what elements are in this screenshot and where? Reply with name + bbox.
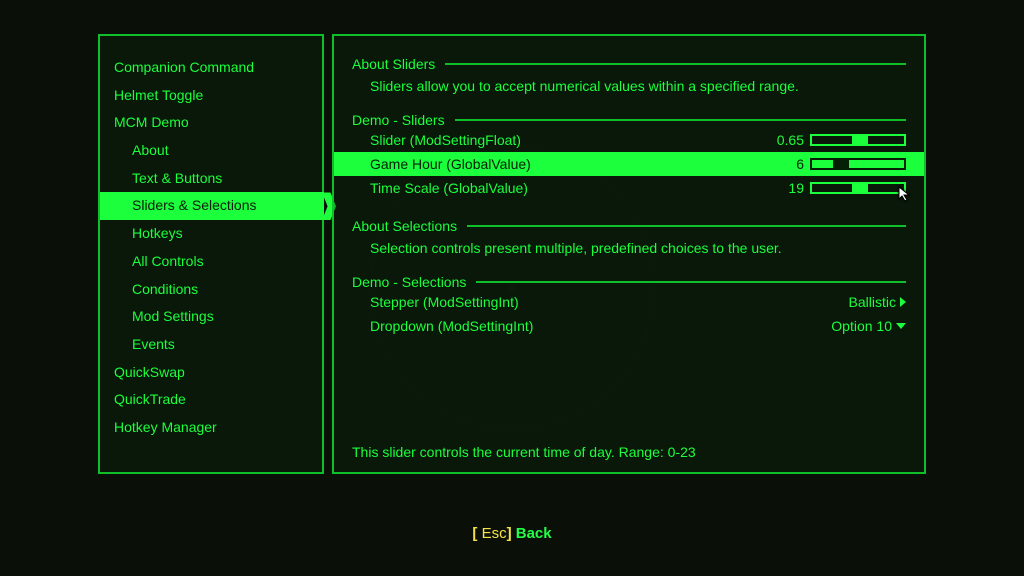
slider-label: Time Scale (GlobalValue) <box>370 180 788 196</box>
section-rule <box>445 63 906 65</box>
sidebar-item[interactable]: Companion Command <box>100 54 322 82</box>
slider-row[interactable]: Slider (ModSettingFloat)0.65 <box>352 128 906 152</box>
section-demo-sliders: Demo - Sliders <box>352 112 906 128</box>
slider-value: 0.65 <box>777 132 804 148</box>
section-title: About Sliders <box>352 56 435 72</box>
sidebar-item[interactable]: QuickTrade <box>100 386 322 414</box>
section-title: Demo - Selections <box>352 274 466 290</box>
slider-label: Slider (ModSettingFloat) <box>370 132 777 148</box>
dropdown-value[interactable]: Option 10 <box>831 318 906 334</box>
sidebar-item[interactable]: Text & Buttons <box>100 165 322 193</box>
sidebar-item[interactable]: About <box>100 137 322 165</box>
dropdown-label: Dropdown (ModSettingInt) <box>370 318 831 334</box>
slider-thumb[interactable] <box>852 182 868 194</box>
slider-row[interactable]: Game Hour (GlobalValue)6 <box>334 152 924 176</box>
section-demo-selections: Demo - Selections <box>352 274 906 290</box>
sidebar: Companion CommandHelmet ToggleMCM DemoAb… <box>98 34 324 474</box>
stepper-row[interactable]: Stepper (ModSettingInt) Ballistic <box>352 290 906 314</box>
stepper-value[interactable]: Ballistic <box>849 294 906 310</box>
slider-track[interactable] <box>810 182 906 194</box>
slider-arrow-icon <box>896 182 906 194</box>
sidebar-item[interactable]: Hotkeys <box>100 220 322 248</box>
stepper-label: Stepper (ModSettingInt) <box>370 294 849 310</box>
back-button[interactable]: [ Esc] Back <box>0 525 1024 542</box>
slider-value: 19 <box>788 180 804 196</box>
caret-down-icon <box>896 323 906 329</box>
sidebar-item[interactable]: Events <box>100 331 322 359</box>
section-rule <box>455 119 906 121</box>
section-about-sliders: About Sliders <box>352 56 906 72</box>
section-title: About Selections <box>352 218 457 234</box>
sidebar-item[interactable]: Sliders & Selections <box>100 192 324 220</box>
dropdown-row[interactable]: Dropdown (ModSettingInt) Option 10 <box>352 314 906 338</box>
sidebar-item[interactable]: Conditions <box>100 276 322 304</box>
slider-arrow-icon <box>896 158 906 170</box>
slider-track[interactable] <box>810 134 906 146</box>
slider-row[interactable]: Time Scale (GlobalValue)19 <box>352 176 906 200</box>
footer-description: This slider controls the current time of… <box>352 424 906 460</box>
section-rule <box>467 225 906 227</box>
about-selections-desc: Selection controls present multiple, pre… <box>352 234 906 270</box>
sidebar-item[interactable]: All Controls <box>100 248 322 276</box>
section-title: Demo - Sliders <box>352 112 445 128</box>
slider-value: 6 <box>796 156 804 172</box>
slider-track[interactable] <box>810 158 906 170</box>
sidebar-item[interactable]: Hotkey Manager <box>100 414 322 442</box>
caret-right-icon <box>900 297 906 307</box>
about-sliders-desc: Sliders allow you to accept numerical va… <box>352 72 906 108</box>
slider-label: Game Hour (GlobalValue) <box>370 156 796 172</box>
slider-thumb[interactable] <box>852 134 868 146</box>
sidebar-item[interactable]: Helmet Toggle <box>100 82 322 110</box>
section-rule <box>476 281 906 283</box>
slider-arrow-icon <box>896 134 906 146</box>
section-about-selections: About Selections <box>352 218 906 234</box>
sidebar-item[interactable]: MCM Demo <box>100 109 322 137</box>
sidebar-item[interactable]: QuickSwap <box>100 359 322 387</box>
sidebar-item[interactable]: Mod Settings <box>100 303 322 331</box>
slider-thumb[interactable] <box>833 158 849 170</box>
content-panel: About Sliders Sliders allow you to accep… <box>332 34 926 474</box>
